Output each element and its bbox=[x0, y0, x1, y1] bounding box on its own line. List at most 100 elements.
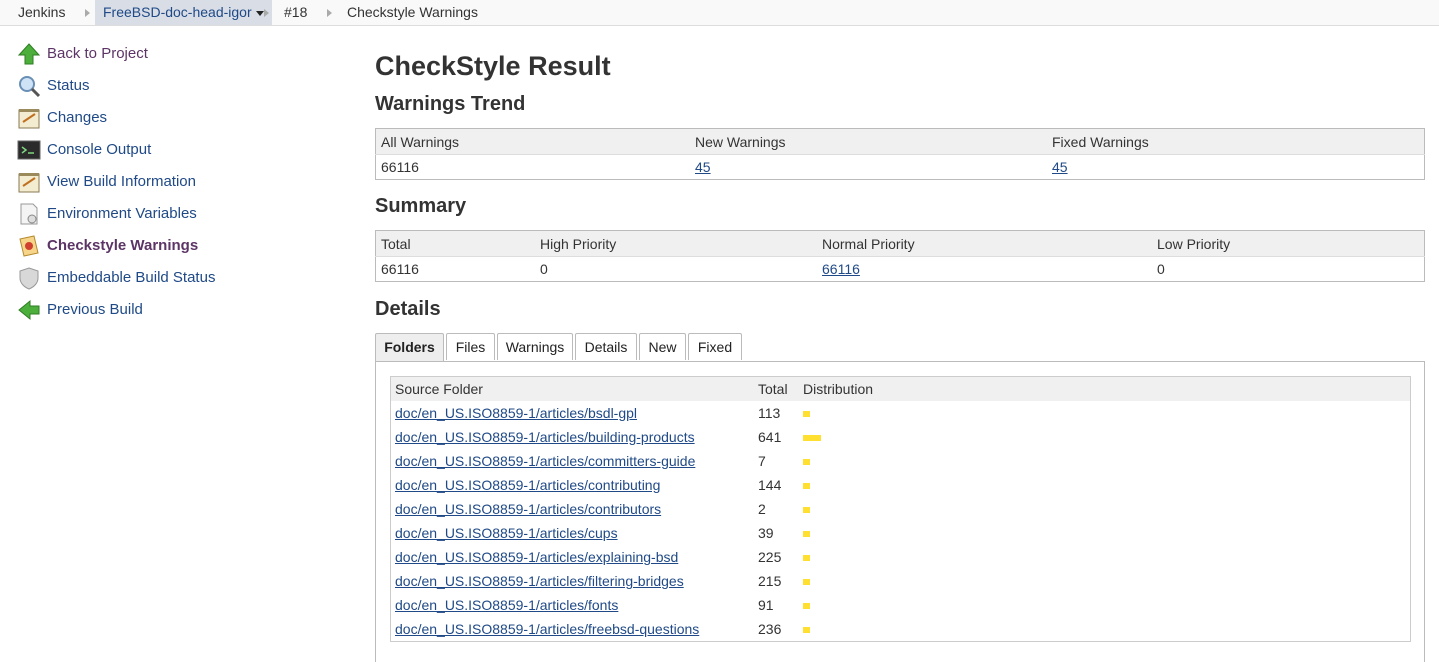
folder-link[interactable]: doc/en_US.ISO8859-1/articles/filtering-b… bbox=[395, 573, 684, 589]
all-warnings-value: 66116 bbox=[381, 159, 419, 175]
source-folder-cell: doc/en_US.ISO8859-1/articles/contributin… bbox=[391, 473, 755, 497]
shield-icon bbox=[19, 267, 39, 290]
distribution-bar bbox=[803, 579, 810, 586]
notepad-icon bbox=[18, 109, 40, 129]
distribution-bar bbox=[803, 531, 810, 538]
tab-details[interactable]: Details bbox=[575, 333, 637, 360]
distribution-cell bbox=[799, 617, 1411, 642]
column-header: Distribution bbox=[799, 376, 1411, 401]
folder-link[interactable]: doc/en_US.ISO8859-1/articles/explaining-… bbox=[395, 549, 678, 565]
sidebar-item-status[interactable]: Status bbox=[17, 72, 317, 100]
sidebar-item-label: Previous Build bbox=[47, 301, 143, 318]
breadcrumb-current[interactable]: Checkstyle Warnings bbox=[347, 0, 478, 25]
breadcrumb-separator-icon bbox=[85, 9, 90, 17]
folder-total: 7 bbox=[758, 453, 766, 469]
breadcrumb-project[interactable]: FreeBSD-doc-head-igor bbox=[95, 0, 272, 25]
folder-link[interactable]: doc/en_US.ISO8859-1/articles/contributor… bbox=[395, 501, 661, 517]
distribution-bar bbox=[803, 603, 810, 610]
distribution-cell bbox=[799, 593, 1411, 617]
folder-link[interactable]: doc/en_US.ISO8859-1/articles/cups bbox=[395, 525, 618, 541]
distribution-bar bbox=[803, 435, 821, 442]
folder-link[interactable]: doc/en_US.ISO8859-1/articles/fonts bbox=[395, 597, 618, 613]
sidebar-item-checkstyle-warnings[interactable]: Checkstyle Warnings bbox=[17, 232, 317, 260]
sidebar-item-view-build-information[interactable]: View Build Information bbox=[17, 168, 317, 196]
table-row: doc/en_US.ISO8859-1/articles/filtering-b… bbox=[391, 569, 1411, 593]
page-title: CheckStyle Result bbox=[375, 51, 611, 81]
distribution-cell bbox=[799, 449, 1411, 473]
folder-total: 144 bbox=[758, 477, 782, 493]
tab-fixed[interactable]: Fixed bbox=[688, 333, 742, 360]
column-header: Total bbox=[375, 230, 535, 257]
terminal-icon bbox=[17, 140, 41, 160]
tab-files[interactable]: Files bbox=[446, 333, 495, 360]
distribution-bar bbox=[803, 411, 810, 418]
sidebar-item-previous-build[interactable]: Previous Build bbox=[17, 296, 317, 324]
sidebar-item-label: Checkstyle Warnings bbox=[47, 237, 199, 254]
sidebar-item-environment-variables[interactable]: Environment Variables bbox=[17, 200, 317, 228]
table-row: doc/en_US.ISO8859-1/articles/cups 39 bbox=[391, 521, 1411, 545]
table-row: doc/en_US.ISO8859-1/articles/committers-… bbox=[391, 449, 1411, 473]
sidebar-item-console-output[interactable]: Console Output bbox=[17, 136, 317, 164]
new-warnings-link[interactable]: 45 bbox=[695, 159, 711, 175]
breadcrumb-separator-icon bbox=[264, 9, 269, 17]
sidebar-item-embeddable-build-status[interactable]: Embeddable Build Status bbox=[17, 264, 317, 292]
tab-warnings[interactable]: Warnings bbox=[497, 333, 573, 360]
folders-tab-panel: Source Folder Total Distribution doc/en_… bbox=[375, 361, 1425, 662]
column-header: Total bbox=[754, 376, 799, 401]
table-row: doc/en_US.ISO8859-1/articles/bsdl-gpl 113 bbox=[391, 401, 1411, 425]
sidebar-item-label: View Build Information bbox=[47, 173, 196, 190]
tab-folders[interactable]: Folders bbox=[375, 333, 444, 362]
folder-link[interactable]: doc/en_US.ISO8859-1/articles/contributin… bbox=[395, 477, 660, 493]
table-row: doc/en_US.ISO8859-1/articles/explaining-… bbox=[391, 545, 1411, 569]
sidebar-item-label: Status bbox=[47, 77, 90, 94]
warnings-trend-heading: Warnings Trend bbox=[375, 93, 526, 115]
folder-link[interactable]: doc/en_US.ISO8859-1/articles/committers-… bbox=[395, 453, 695, 469]
distribution-bar bbox=[803, 627, 810, 634]
left-arrow-icon bbox=[18, 299, 40, 321]
distribution-cell bbox=[799, 425, 1411, 449]
source-folder-cell: doc/en_US.ISO8859-1/articles/committers-… bbox=[391, 449, 755, 473]
source-folder-cell: doc/en_US.ISO8859-1/articles/fonts bbox=[391, 593, 755, 617]
breadcrumb-separator-icon bbox=[327, 9, 332, 17]
column-header: All Warnings bbox=[375, 128, 690, 155]
table-row: doc/en_US.ISO8859-1/articles/fonts 91 bbox=[391, 593, 1411, 617]
source-folder-cell: doc/en_US.ISO8859-1/articles/freebsd-que… bbox=[391, 617, 755, 642]
source-folder-cell: doc/en_US.ISO8859-1/articles/cups bbox=[391, 521, 755, 545]
distribution-cell bbox=[799, 569, 1411, 593]
column-header: Normal Priority bbox=[817, 230, 1152, 257]
source-folder-cell: doc/en_US.ISO8859-1/articles/bsdl-gpl bbox=[391, 401, 755, 425]
folder-total: 91 bbox=[758, 597, 774, 613]
column-header: Source Folder bbox=[390, 376, 754, 401]
table-row: doc/en_US.ISO8859-1/articles/contributor… bbox=[391, 497, 1411, 521]
distribution-bar bbox=[803, 507, 810, 514]
document-icon bbox=[20, 203, 38, 225]
folder-total: 2 bbox=[758, 501, 766, 517]
distribution-bar bbox=[803, 555, 810, 562]
breadcrumb-build[interactable]: #18 bbox=[284, 0, 307, 25]
tab-new[interactable]: New bbox=[639, 333, 686, 360]
total-value: 66116 bbox=[381, 261, 419, 277]
fixed-warnings-link[interactable]: 45 bbox=[1052, 159, 1068, 175]
folder-total: 113 bbox=[758, 405, 781, 421]
breadcrumb-jenkins[interactable]: Jenkins bbox=[18, 0, 65, 25]
folder-link[interactable]: doc/en_US.ISO8859-1/articles/building-pr… bbox=[395, 429, 695, 445]
table-row: doc/en_US.ISO8859-1/articles/contributin… bbox=[391, 473, 1411, 497]
dropdown-caret-icon[interactable] bbox=[255, 10, 264, 16]
sidebar-item-back-to-project[interactable]: Back to Project bbox=[17, 40, 317, 68]
sidebar-item-label: Changes bbox=[47, 109, 108, 126]
distribution-bar bbox=[803, 483, 810, 490]
normal-priority-link[interactable]: 66116 bbox=[822, 261, 860, 277]
sidebar-item-label: Back to Project bbox=[47, 45, 148, 62]
distribution-bar bbox=[803, 459, 810, 466]
distribution-cell bbox=[799, 473, 1411, 497]
source-folder-cell: doc/en_US.ISO8859-1/articles/contributor… bbox=[391, 497, 755, 521]
sidebar-item-changes[interactable]: Changes bbox=[17, 104, 317, 132]
breadcrumb-project-label: FreeBSD-doc-head-igor bbox=[103, 4, 252, 20]
folder-link[interactable]: doc/en_US.ISO8859-1/articles/freebsd-que… bbox=[395, 621, 699, 637]
column-header: New Warnings bbox=[690, 128, 1047, 155]
folder-link[interactable]: doc/en_US.ISO8859-1/articles/bsdl-gpl bbox=[395, 405, 637, 421]
table-row: doc/en_US.ISO8859-1/articles/freebsd-que… bbox=[391, 617, 1411, 642]
column-header: Low Priority bbox=[1152, 230, 1425, 257]
up-arrow-icon bbox=[17, 43, 41, 65]
warnings-trend-table: All Warnings New Warnings Fixed Warnings… bbox=[375, 128, 1425, 180]
